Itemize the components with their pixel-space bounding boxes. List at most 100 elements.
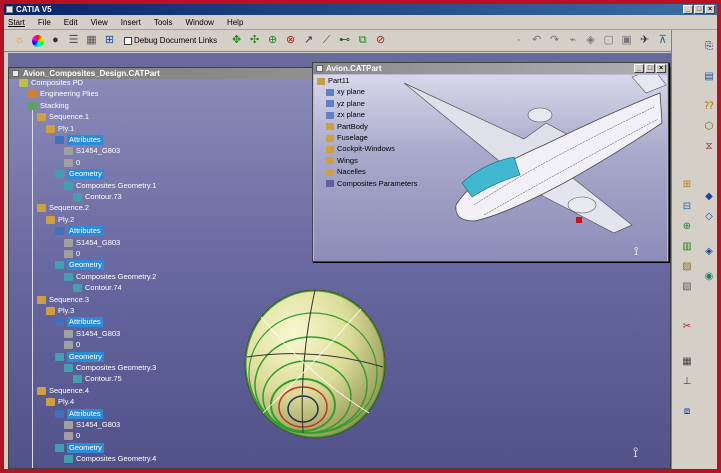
zoom-in-icon[interactable]: ⊕ bbox=[265, 33, 280, 48]
composites-tool-icon[interactable]: ⎘ bbox=[702, 40, 716, 53]
tree-node-s1454-g803[interactable]: S1454_G803 bbox=[64, 146, 120, 156]
tree-node-geometry[interactable]: Geometry bbox=[55, 260, 104, 271]
part-tree-node-nacelles[interactable]: Nacelles bbox=[326, 167, 366, 177]
tree-node-composites-pd[interactable]: Composites PD bbox=[19, 78, 83, 88]
ply-table-icon[interactable]: ⊕ bbox=[680, 220, 694, 233]
tree-node-contour-73[interactable]: Contour.73 bbox=[73, 192, 122, 202]
catalog-tool-icon[interactable]: ⧈ bbox=[680, 405, 694, 418]
point-icon[interactable]: · bbox=[511, 33, 526, 48]
box-icon[interactable]: ▣ bbox=[619, 33, 634, 48]
layer-tool-icon[interactable]: ◇ bbox=[702, 210, 716, 223]
flatten-tool-icon[interactable]: ▧ bbox=[680, 280, 694, 293]
tree-node-0[interactable]: 0 bbox=[64, 249, 80, 259]
tree-node-sequence-2[interactable]: Sequence.2 bbox=[37, 203, 89, 213]
menu-start[interactable]: Start bbox=[8, 18, 25, 27]
part-tree-node-part11[interactable]: Part11 bbox=[317, 76, 350, 86]
tree-node-geometry[interactable]: Geometry bbox=[55, 351, 104, 362]
undo-icon[interactable]: ↶ bbox=[529, 33, 544, 48]
stacking-tool-icon[interactable]: ⊞ bbox=[680, 178, 694, 191]
measure-tool-icon[interactable]: ⊥ bbox=[680, 375, 694, 388]
fit-all-icon[interactable]: ⧉ bbox=[355, 33, 370, 48]
tree-node-ply-1[interactable]: Ply.1 bbox=[46, 124, 74, 134]
tree-node-s1454-g803[interactable]: S1454_G803 bbox=[64, 420, 120, 430]
part-tree-node-xy-plane[interactable]: xy plane bbox=[326, 87, 365, 97]
close-button[interactable]: × bbox=[705, 5, 715, 14]
part-tree-node-cockpit-windows[interactable]: Cockpit-Windows bbox=[326, 144, 395, 154]
part-tree-node-composites-parameters[interactable]: Composites Parameters bbox=[326, 179, 417, 189]
tree-node-composites-geometry-1[interactable]: Composites Geometry.1 bbox=[64, 181, 156, 191]
tree-node-s1454-g803[interactable]: S1454_G803 bbox=[64, 329, 120, 339]
export-tool-icon[interactable]: ◈ bbox=[702, 245, 716, 258]
tree-node-composites-geometry-3[interactable]: Composites Geometry.3 bbox=[64, 363, 156, 373]
color-wheel-icon[interactable] bbox=[30, 33, 45, 48]
part-window-titlebar[interactable]: Avion.CATPart _ □ × bbox=[313, 63, 668, 74]
tree-node-ply-3[interactable]: Ply.3 bbox=[46, 306, 74, 316]
tree-node-attributes[interactable]: Attributes bbox=[55, 408, 103, 419]
sequence-tool-icon[interactable]: ⊟ bbox=[680, 200, 694, 213]
part-minimize-button[interactable]: _ bbox=[634, 64, 644, 73]
part-tree-node-wings[interactable]: Wings bbox=[326, 156, 358, 166]
minimize-button[interactable]: _ bbox=[683, 5, 693, 14]
tag-icon[interactable]: ◈ bbox=[583, 33, 598, 48]
debug-links-checkbox[interactable] bbox=[124, 36, 132, 45]
tree-node-contour-74[interactable]: Contour.74 bbox=[73, 283, 122, 293]
tree-node-sequence-4[interactable]: Sequence.4 bbox=[37, 386, 89, 396]
maximize-button[interactable]: □ bbox=[694, 5, 704, 14]
tree-node-s1454-g803[interactable]: S1454_G803 bbox=[64, 238, 120, 248]
tree-node-ply-4[interactable]: Ply.4 bbox=[46, 397, 74, 407]
composite-dome-model[interactable] bbox=[241, 287, 389, 441]
compass-icon[interactable]: ⊼ bbox=[655, 33, 670, 48]
material-tool-icon[interactable]: ▥ bbox=[680, 240, 694, 253]
redo-icon[interactable]: ↷ bbox=[547, 33, 562, 48]
fly-mode-icon[interactable]: ✈ bbox=[637, 33, 652, 48]
menu-window[interactable]: Window bbox=[186, 18, 214, 27]
sun-icon[interactable]: ☼ bbox=[12, 33, 27, 48]
zoom-out-icon[interactable]: ⊗ bbox=[283, 33, 298, 48]
surface-tool-icon[interactable]: ▨ bbox=[680, 260, 694, 273]
tree-node-geometry[interactable]: Geometry bbox=[55, 442, 104, 453]
menu-view[interactable]: View bbox=[91, 18, 108, 27]
help-icon[interactable]: ⁇ bbox=[702, 100, 716, 113]
part-viewport[interactable]: ⟟ Part11 xy plane yz plane zx plane PartBody… bbox=[314, 75, 667, 261]
menu-tools[interactable]: Tools bbox=[154, 18, 173, 27]
line-icon[interactable]: ⟋ bbox=[319, 33, 334, 48]
tree-node-attributes[interactable]: Attributes bbox=[55, 226, 103, 237]
menu-file[interactable]: File bbox=[38, 18, 51, 27]
tree-node-attributes[interactable]: Attributes bbox=[55, 317, 103, 328]
tree-node-contour-75[interactable]: Contour.75 bbox=[73, 374, 122, 384]
tree-node-stacking[interactable]: Stacking bbox=[28, 101, 69, 111]
tree-node-sequence-3[interactable]: Sequence.3 bbox=[37, 295, 89, 305]
part-tree-node-zx-plane[interactable]: zx plane bbox=[326, 110, 365, 120]
tree-node-composites-geometry-2[interactable]: Composites Geometry.2 bbox=[64, 272, 156, 282]
menu-help[interactable]: Help bbox=[227, 18, 243, 27]
part-close-button[interactable]: × bbox=[656, 64, 666, 73]
cut-tool-icon[interactable]: ✂ bbox=[680, 320, 694, 333]
link-icon[interactable]: ⌁ bbox=[565, 33, 580, 48]
analysis-tool-icon[interactable]: ▦ bbox=[680, 355, 694, 368]
check-tool-icon[interactable]: ◉ bbox=[702, 270, 716, 283]
cube-icon[interactable]: ▢ bbox=[601, 33, 616, 48]
tree-node-ply-2[interactable]: Ply.2 bbox=[46, 215, 74, 225]
normal-view-icon[interactable]: ↗ bbox=[301, 33, 316, 48]
part-tree-node-yz-plane[interactable]: yz plane bbox=[326, 99, 365, 109]
menu-insert[interactable]: Insert bbox=[121, 18, 141, 27]
tree-node-geometry[interactable]: Geometry bbox=[55, 169, 104, 180]
core-tool-icon[interactable]: ◆ bbox=[702, 190, 716, 203]
rotate-icon[interactable]: ✣ bbox=[247, 33, 262, 48]
tree-node-composites-geometry-4[interactable]: Composites Geometry.4 bbox=[64, 454, 156, 464]
zone-tool-icon[interactable]: ⬡ bbox=[702, 120, 716, 133]
ply-tool-icon[interactable]: ▤ bbox=[702, 70, 716, 83]
airplane-model[interactable]: ⟟ bbox=[314, 75, 667, 261]
grid-icon[interactable]: ▦ bbox=[84, 33, 99, 48]
tree-node-attributes[interactable]: Attributes bbox=[55, 135, 103, 145]
tree-node-sequence-1[interactable]: Sequence.1 bbox=[37, 112, 89, 122]
part-maximize-button[interactable]: □ bbox=[645, 64, 655, 73]
properties-icon[interactable]: ☰ bbox=[66, 33, 81, 48]
pan-icon[interactable]: ✥ bbox=[229, 33, 244, 48]
tree-node-engineering-plies[interactable]: Engineering Plies bbox=[28, 89, 98, 99]
tree-node-0[interactable]: 0 bbox=[64, 340, 80, 350]
materials-icon[interactable]: ● bbox=[48, 33, 63, 48]
part-tree-node-partbody[interactable]: PartBody bbox=[326, 122, 368, 132]
connect-icon[interactable]: ⊷ bbox=[337, 33, 352, 48]
menu-edit[interactable]: Edit bbox=[64, 18, 78, 27]
